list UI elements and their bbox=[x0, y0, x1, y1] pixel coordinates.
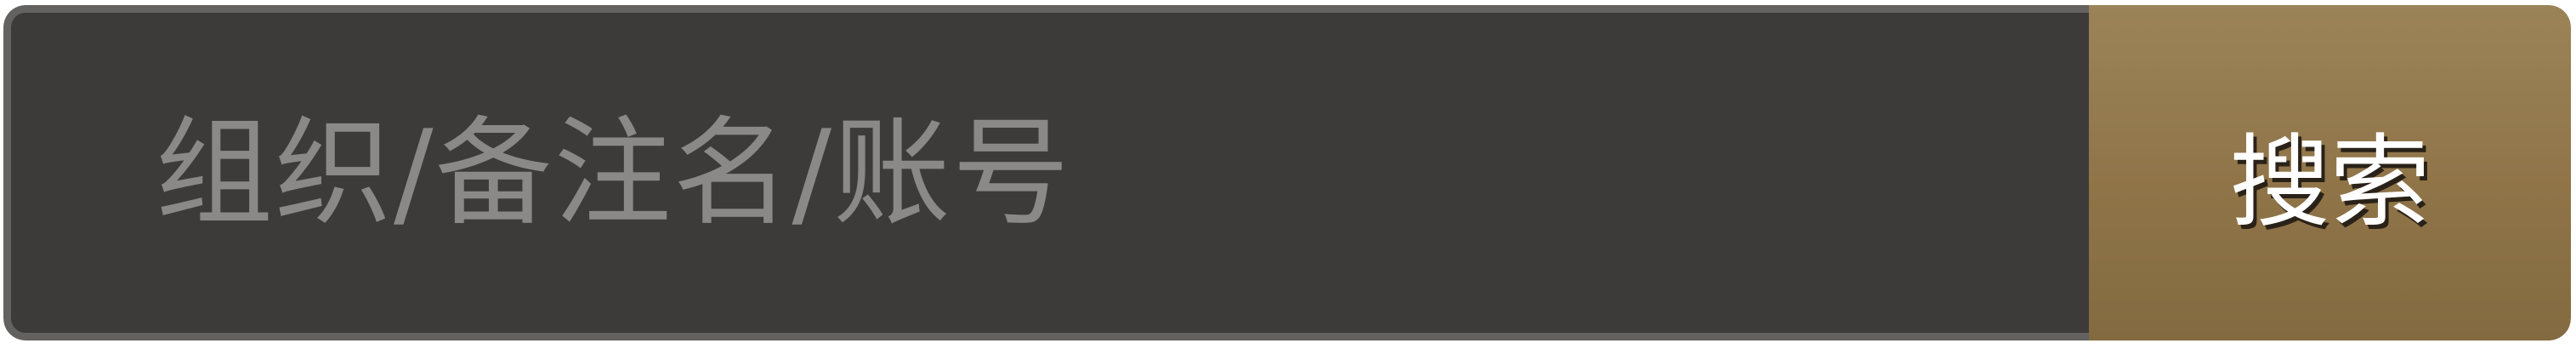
search-input[interactable] bbox=[156, 13, 2089, 333]
search-button[interactable]: 搜索 bbox=[2089, 5, 2571, 340]
search-bar: 搜索 bbox=[3, 5, 2571, 340]
search-button-label: 搜索 bbox=[2229, 123, 2431, 241]
search-input-container bbox=[3, 5, 2089, 340]
